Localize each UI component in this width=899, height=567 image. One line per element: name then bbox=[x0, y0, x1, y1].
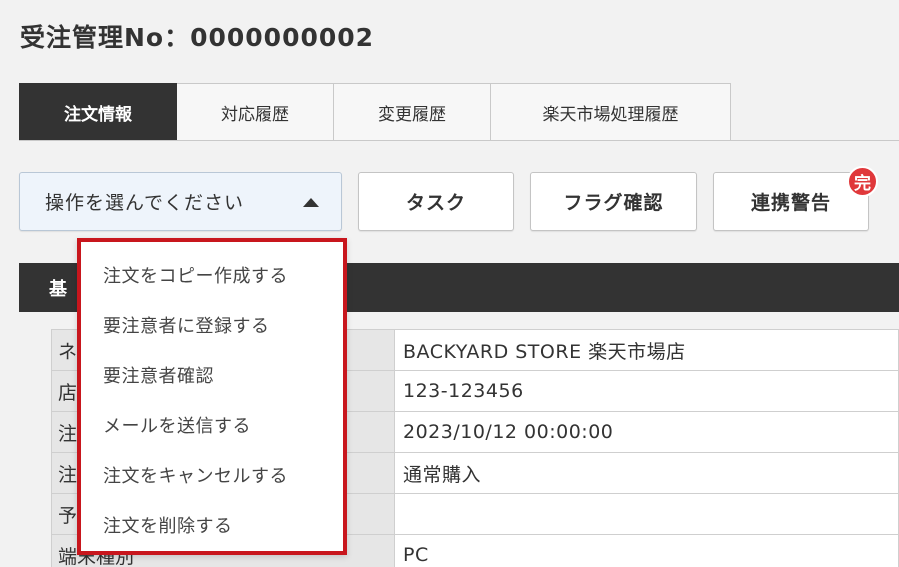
row-value bbox=[394, 493, 899, 535]
operation-select-value: 操作を選んでください bbox=[45, 192, 245, 214]
row-value: 123-123456 bbox=[394, 370, 899, 412]
tab-response-history[interactable]: 対応履歴 bbox=[177, 83, 334, 141]
menu-item-cancel-order[interactable]: 注文をキャンセルする bbox=[81, 450, 343, 500]
flag-check-button[interactable]: フラグ確認 bbox=[530, 172, 697, 231]
row-value: 通常購入 bbox=[394, 452, 899, 494]
page-title: 受注管理No：0000000002 bbox=[20, 23, 375, 52]
menu-item-register-caution[interactable]: 要注意者に登録する bbox=[81, 300, 343, 350]
complete-badge: 完 bbox=[847, 166, 878, 197]
section-title: 基 bbox=[49, 278, 67, 300]
tab-divider bbox=[19, 140, 899, 141]
row-value: 2023/10/12 00:00:00 bbox=[394, 411, 899, 453]
menu-item-send-mail[interactable]: メールを送信する bbox=[81, 400, 343, 450]
tab-rakuten-history[interactable]: 楽天市場処理履歴 bbox=[491, 83, 731, 141]
menu-item-delete-order[interactable]: 注文を削除する bbox=[81, 500, 343, 550]
menu-item-check-caution[interactable]: 要注意者確認 bbox=[81, 350, 343, 400]
operation-dropdown-menu: 注文をコピー作成する 要注意者に登録する 要注意者確認 メールを送信する 注文を… bbox=[77, 238, 347, 555]
task-button[interactable]: タスク bbox=[358, 172, 514, 231]
row-value: PC bbox=[394, 534, 899, 567]
tab-bar: 注文情報 対応履歴 変更履歴 楽天市場処理履歴 bbox=[19, 83, 731, 141]
tab-order-info[interactable]: 注文情報 bbox=[19, 83, 177, 141]
caret-up-icon bbox=[303, 198, 319, 207]
row-value: BACKYARD STORE 楽天市場店 bbox=[394, 329, 899, 371]
operation-select[interactable]: 操作を選んでください bbox=[19, 172, 342, 231]
link-warning-button[interactable]: 連携警告 bbox=[713, 172, 869, 231]
menu-item-copy-order[interactable]: 注文をコピー作成する bbox=[81, 250, 343, 300]
tab-change-history[interactable]: 変更履歴 bbox=[334, 83, 491, 141]
